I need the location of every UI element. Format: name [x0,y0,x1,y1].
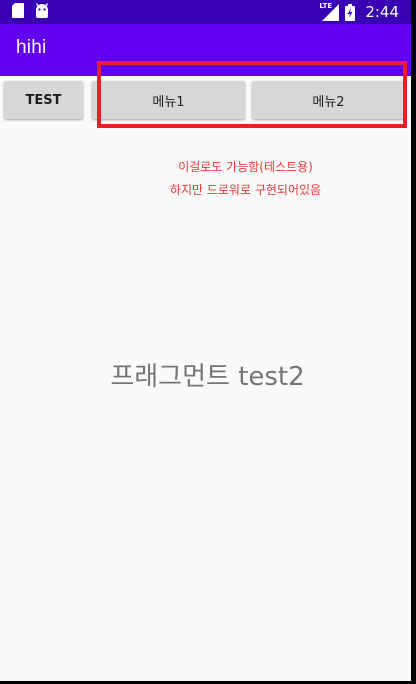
battery-charging-icon [345,3,356,21]
note-line-2: 하지만 드로워로 구현되어있음 [169,183,322,197]
app-title: hihi [16,37,47,58]
lte-label: LTE [319,2,333,10]
sd-card-icon [12,3,24,18]
menu2-button[interactable]: 메뉴2 [252,81,405,119]
app-bar: hihi [0,24,411,76]
lte-signal-icon: LTE [319,2,340,21]
screen: LTE 2:44 hihi TEST 메뉴1 메뉴2 이걸로도 가능함(테스트용… [0,0,416,684]
status-bar: LTE 2:44 [0,0,411,24]
note-line-1: 이걸로도 가능함(테스트용) [178,160,313,174]
menu1-button[interactable]: 메뉴1 [92,81,245,119]
fragment-text: 프래그먼트 test2 [110,362,305,392]
android-icon [34,3,50,18]
status-time: 2:44 [365,3,399,21]
test-button[interactable]: TEST [4,81,83,119]
phone-screen: LTE 2:44 hihi TEST 메뉴1 메뉴2 이걸로도 가능함(테스트용… [0,0,411,681]
status-right-group: LTE 2:44 [319,0,399,24]
